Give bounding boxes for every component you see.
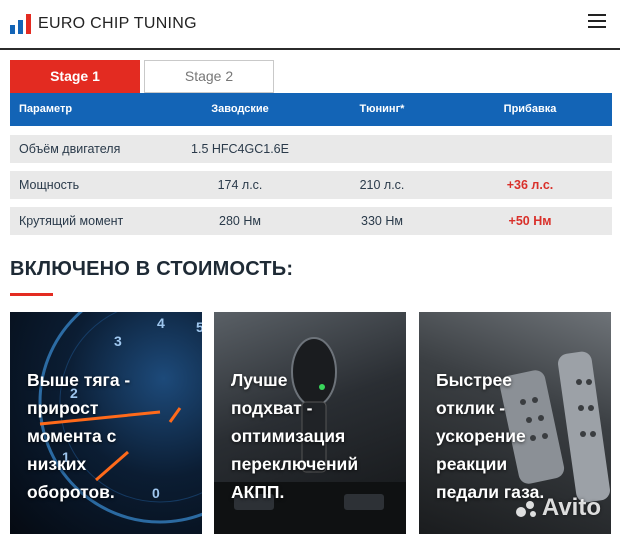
card-line: АКПП. [231, 482, 285, 502]
row-tuned: 330 Нм [361, 214, 403, 228]
tuning-table: Параметр Заводские Тюнинг* Прибавка Объё… [10, 93, 612, 235]
card-line: прирост [27, 398, 99, 418]
header-factory: Заводские [211, 103, 269, 115]
card-line: Выше тяга - [27, 370, 131, 390]
card-line: Лучше [231, 370, 288, 390]
tab-stage-2[interactable]: Stage 2 [144, 60, 274, 93]
card-line: подхват - [231, 398, 313, 418]
svg-text:5: 5 [196, 319, 202, 335]
header-gain: Прибавка [503, 103, 557, 115]
avito-watermark: Avito [515, 494, 601, 522]
table-row: Объём двигателя 1.5 HFC4GC1.6E [10, 135, 612, 163]
watermark-text: Avito [541, 494, 601, 521]
card-line: оптимизация [231, 426, 346, 446]
header-tuned: Тюнинг* [359, 103, 405, 115]
section-title: ВКЛЮЧЕНО В СТОИМОСТЬ: [10, 258, 294, 280]
hamburger-menu-icon[interactable] [588, 14, 606, 30]
card-line: низких [27, 454, 87, 474]
site-header: EURO CHIP TUNING [0, 0, 620, 50]
tab-stage-1[interactable]: Stage 1 [10, 60, 140, 93]
row-tuned: 210 л.с. [359, 178, 405, 192]
row-factory: 1.5 HFC4GC1.6E [191, 142, 289, 156]
row-gain: +50 Нм [508, 214, 552, 228]
row-factory: 280 Нм [219, 214, 261, 228]
title-underline [10, 293, 53, 296]
svg-text:0: 0 [152, 485, 160, 501]
card-line: момента с [27, 426, 117, 446]
card-text: Быстрее отклик - ускорение реакции педал… [436, 366, 544, 506]
row-gain: +36 л.с. [506, 178, 554, 192]
svg-text:4: 4 [157, 315, 165, 331]
card-line: ускорение [436, 426, 526, 446]
feature-card-pedals[interactable]: Быстрее отклик - ускорение реакции педал… [419, 312, 611, 534]
card-line: отклик - [436, 398, 506, 418]
card-line: переключений [231, 454, 359, 474]
card-text: Лучше подхват - оптимизация переключений… [231, 366, 358, 506]
header-param: Параметр [19, 103, 73, 115]
row-param: Крутящий момент [19, 214, 124, 228]
logo-text[interactable]: EURO CHIP TUNING [38, 15, 197, 33]
svg-text:3: 3 [114, 333, 122, 349]
table-row: Мощность 174 л.с. 210 л.с. +36 л.с. [10, 171, 612, 199]
feature-card-torque[interactable]: 345 210 Выше тяга - прирост момента с ни… [10, 312, 202, 534]
card-line: реакции [436, 454, 508, 474]
card-line: оборотов. [27, 482, 115, 502]
avito-logo-icon [515, 500, 536, 517]
feature-card-gearbox[interactable]: Лучше подхват - оптимизация переключений… [214, 312, 406, 534]
row-param: Объём двигателя [19, 142, 121, 156]
bar-chart-logo-icon[interactable] [10, 14, 32, 34]
row-param: Мощность [19, 178, 80, 192]
card-line: Быстрее [436, 370, 512, 390]
card-text: Выше тяга - прирост момента с низких обо… [27, 366, 130, 506]
table-header: Параметр Заводские Тюнинг* Прибавка [10, 93, 612, 126]
table-row: Крутящий момент 280 Нм 330 Нм +50 Нм [10, 207, 612, 235]
row-factory: 174 л.с. [217, 178, 263, 192]
